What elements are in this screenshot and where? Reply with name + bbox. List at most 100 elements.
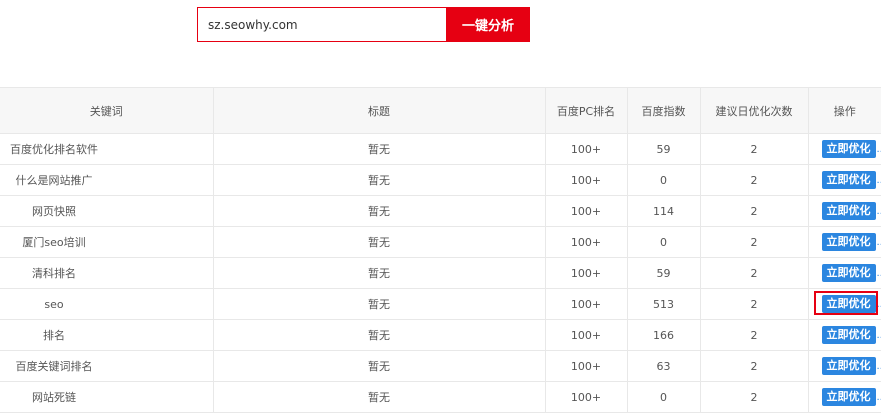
keyword-text: seo (44, 297, 64, 311)
title-cell: 暂无 (212, 226, 546, 258)
optimize-button[interactable]: 立即优化 (821, 202, 876, 220)
keyword-cell: 网页快照 (0, 195, 214, 227)
title-cell: 暂无 (212, 164, 546, 196)
keyword-text: 百度优化排名软件 (10, 143, 98, 156)
header-actions: 操作 (807, 87, 881, 134)
more-icon: .. (876, 175, 881, 186)
optimize-button[interactable]: 立即优化 (821, 171, 876, 189)
times-cell: 2 (699, 195, 809, 227)
action-cell: 立即优化.. (807, 319, 881, 351)
times-cell: 2 (699, 288, 809, 320)
keyword-cell: 网站死链 (0, 381, 214, 413)
times-cell: 2 (699, 257, 809, 289)
rank-cell: 100+ (544, 133, 628, 165)
more-icon: .. (876, 237, 881, 248)
rank-cell: 100+ (544, 381, 628, 413)
index-cell: 513 (626, 288, 701, 320)
more-icon: .. (876, 299, 881, 310)
keyword-cell: 百度优化排名软件 (0, 133, 214, 165)
optimize-button[interactable]: 立即优化 (821, 140, 876, 158)
optimize-button[interactable]: 立即优化 (821, 233, 876, 251)
rank-cell: 100+ (544, 195, 628, 227)
action-cell: 立即优化.. (807, 350, 881, 382)
keyword-cell: 排名 (0, 319, 214, 351)
index-cell: 59 (626, 257, 701, 289)
title-cell: 暂无 (212, 195, 546, 227)
times-cell: 2 (699, 133, 809, 165)
header-baidu-index[interactable]: 百度指数 (626, 87, 701, 134)
title-cell: 暂无 (212, 319, 546, 351)
table-row: 厦门seo培训 暂无 100+ 0 2 立即优化.. (0, 226, 881, 258)
action-cell: 立即优化.. (807, 195, 881, 227)
more-icon: .. (876, 206, 881, 217)
analyze-button[interactable]: 一键分析 (446, 7, 530, 42)
keyword-table: 关键词 标题 百度PC排名 百度指数 建议日优化次数 操作 百度优化排名软件 暂… (0, 87, 881, 413)
keyword-text: 网页快照 (32, 205, 76, 218)
table-row: 网页快照 暂无 100+ 114 2 立即优化.. (0, 195, 881, 227)
more-icon: .. (876, 268, 881, 279)
rank-cell: 100+ (544, 164, 628, 196)
table-row: 清科排名 暂无 100+ 59 2 立即优化.. (0, 257, 881, 289)
title-cell: 暂无 (212, 350, 546, 382)
action-cell: 立即优化.. (807, 257, 881, 289)
index-cell: 114 (626, 195, 701, 227)
keyword-cell: 厦门seo培训 (0, 226, 214, 258)
action-cell: 立即优化.. (807, 381, 881, 413)
table-row: 百度优化排名软件 暂无 100+ 59 2 立即优化.. (0, 133, 881, 165)
action-cell: 立即优化.. (807, 133, 881, 165)
title-cell: 暂无 (212, 257, 546, 289)
table-row: 网站死链 暂无 100+ 0 2 立即优化.. (0, 381, 881, 413)
table-row: 什么是网站推广 暂无 100+ 0 2 立即优化.. (0, 164, 881, 196)
index-cell: 0 (626, 381, 701, 413)
table-header-row: 关键词 标题 百度PC排名 百度指数 建议日优化次数 操作 (0, 87, 881, 134)
table-row: 排名 暂无 100+ 166 2 立即优化.. (0, 319, 881, 351)
title-cell: 暂无 (212, 288, 546, 320)
index-cell: 63 (626, 350, 701, 382)
keyword-cell: 什么是网站推广 (0, 164, 214, 196)
times-cell: 2 (699, 381, 809, 413)
rank-cell: 100+ (544, 319, 628, 351)
title-cell: 暂无 (212, 381, 546, 413)
search-bar: 一键分析 (197, 7, 530, 42)
header-baidu-pc-rank[interactable]: 百度PC排名 (544, 87, 628, 134)
times-cell: 2 (699, 164, 809, 196)
rank-cell: 100+ (544, 226, 628, 258)
index-cell: 0 (626, 226, 701, 258)
times-cell: 2 (699, 319, 809, 351)
header-keyword[interactable]: 关键词 (0, 87, 214, 134)
header-daily-optimize-times[interactable]: 建议日优化次数 (699, 87, 809, 134)
times-cell: 2 (699, 226, 809, 258)
optimize-button[interactable]: 立即优化 (821, 295, 876, 313)
optimize-button[interactable]: 立即优化 (821, 326, 876, 344)
rank-cell: 100+ (544, 288, 628, 320)
table-row: 百度关键词排名 暂无 100+ 63 2 立即优化.. (0, 350, 881, 382)
keyword-text: 网站死链 (32, 391, 76, 404)
index-cell: 59 (626, 133, 701, 165)
domain-input[interactable] (197, 7, 446, 42)
keyword-text: 清科排名 (32, 267, 76, 280)
keyword-cell: 百度关键词排名 (0, 350, 214, 382)
keyword-text: 百度关键词排名 (15, 360, 93, 373)
optimize-button[interactable]: 立即优化 (821, 264, 876, 282)
page: 一键分析 关键词 标题 百度PC排名 百度指数 建议日优化次数 操作 百度优化排… (0, 0, 881, 414)
action-cell: 立即优化.. (807, 226, 881, 258)
optimize-button[interactable]: 立即优化 (821, 357, 876, 375)
rank-cell: 100+ (544, 350, 628, 382)
index-cell: 0 (626, 164, 701, 196)
header-title[interactable]: 标题 (212, 87, 546, 134)
keyword-text: 排名 (43, 329, 65, 342)
optimize-button[interactable]: 立即优化 (821, 388, 876, 406)
more-icon: .. (876, 361, 881, 372)
action-cell: 立即优化.. (807, 288, 881, 320)
more-icon: .. (876, 392, 881, 403)
index-cell: 166 (626, 319, 701, 351)
more-icon: .. (876, 330, 881, 341)
action-cell: 立即优化.. (807, 164, 881, 196)
keyword-text: 厦门seo培训 (22, 236, 86, 249)
table-row: seo 暂无 100+ 513 2 立即优化.. (0, 288, 881, 320)
keyword-text: 什么是网站推广 (15, 174, 93, 187)
rank-cell: 100+ (544, 257, 628, 289)
title-cell: 暂无 (212, 133, 546, 165)
times-cell: 2 (699, 350, 809, 382)
keyword-cell: 清科排名 (0, 257, 214, 289)
